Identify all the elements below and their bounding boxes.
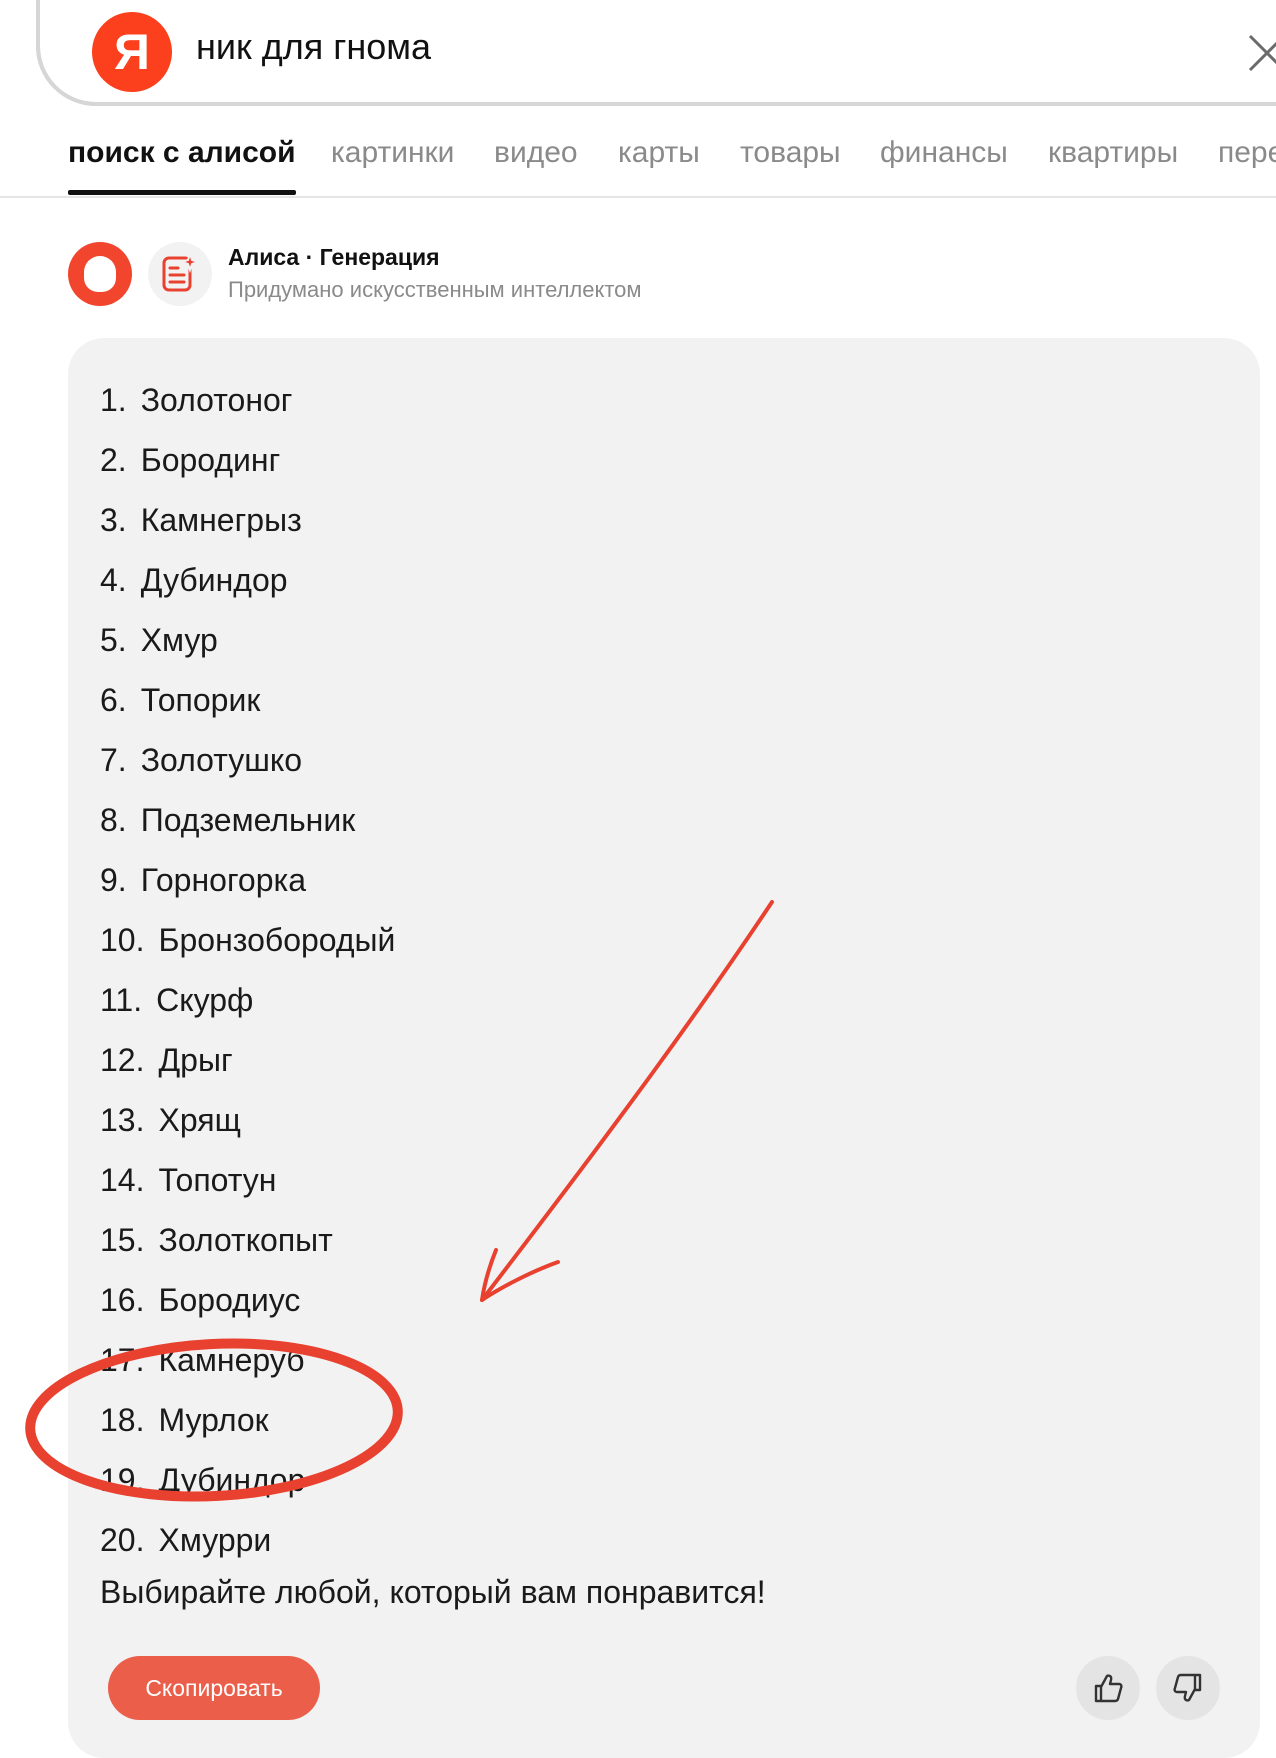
list-item: 9. Горногорка (100, 850, 395, 910)
list-item: 2. Бородинг (100, 430, 395, 490)
list-text: Бронзобородый (158, 922, 396, 958)
tab-more[interactable]: пере (1218, 136, 1276, 170)
tab-search-alice[interactable]: поиск с алисой (68, 136, 296, 170)
list-item: 13. Хрящ (100, 1090, 395, 1150)
list-text: Золотушко (140, 742, 303, 778)
list-number: 16. (100, 1282, 145, 1318)
generation-icon (148, 242, 212, 306)
thumb-up-icon[interactable] (1076, 1656, 1140, 1720)
closing-text: Выбирайте любой, который вам понравится! (100, 1574, 766, 1610)
list-text: Бородиус (158, 1282, 301, 1318)
list-number: 14. (100, 1162, 145, 1198)
list-text: Золотоног (140, 382, 293, 418)
list-item: 1. Золотоног (100, 370, 395, 430)
list-text: Золоткопыт (158, 1222, 333, 1258)
list-item: 4. Дубиндор (100, 550, 395, 610)
list-text: Дрыг (158, 1042, 233, 1078)
list-item: 16. Бородиус (100, 1270, 395, 1330)
list-item: 8. Подземельник (100, 790, 395, 850)
active-tab-indicator (68, 190, 296, 195)
list-item: 17. Камнеруб (100, 1330, 395, 1390)
list-item: 20. Хмурри (100, 1510, 395, 1570)
list-text: Хмурри (158, 1522, 272, 1558)
list-item: 12. Дрыг (100, 1030, 395, 1090)
list-number: 12. (100, 1042, 145, 1078)
list-number: 4. (100, 562, 127, 598)
list-item: 14. Топотун (100, 1150, 395, 1210)
list-item: 19. Дубиндор (100, 1450, 395, 1510)
yandex-logo-icon[interactable]: Я (92, 12, 172, 92)
list-item-highlighted: 18. Мурлок (100, 1390, 395, 1450)
list-item: 6. Топорик (100, 670, 395, 730)
page: Я ник для гнома поиск с алисой картинки … (0, 0, 1276, 1758)
tab-finance[interactable]: финансы (880, 136, 1008, 170)
alice-subtitle: Придумано искусственным интеллектом (228, 277, 642, 302)
list-number: 3. (100, 502, 127, 538)
thumb-down-icon[interactable] (1156, 1656, 1220, 1720)
alice-title: Алиса · Генерация (228, 244, 440, 270)
alice-icon (68, 242, 132, 306)
list-text: Скурф (156, 982, 254, 1018)
list-text: Топорик (140, 682, 261, 718)
name-list: 1. Золотоног 2. Бородинг 3. Камнегрыз 4. Дуб… (100, 370, 395, 1570)
list-number: 10. (100, 922, 145, 958)
copy-button[interactable]: Скопировать (108, 1656, 320, 1720)
list-text: Хмур (140, 622, 218, 658)
search-tabs: поиск с алисой картинки видео карты това… (0, 128, 1276, 198)
list-number: 5. (100, 622, 127, 658)
search-input[interactable]: ник для гнома (196, 26, 431, 68)
list-number: 15. (100, 1222, 145, 1258)
search-bar[interactable]: Я ник для гнома (36, 0, 1276, 106)
list-item: 7. Золотушко (100, 730, 395, 790)
list-text: Хрящ (158, 1102, 241, 1138)
list-number: 6. (100, 682, 127, 718)
list-text: Топотун (158, 1162, 277, 1198)
list-number: 20. (100, 1522, 145, 1558)
list-number: 17. (100, 1342, 145, 1378)
list-number: 2. (100, 442, 127, 478)
list-text: Камнегрыз (140, 502, 302, 538)
list-item: 5. Хмур (100, 610, 395, 670)
list-number: 18. (100, 1402, 145, 1438)
tab-images[interactable]: картинки (331, 136, 454, 170)
list-text: Мурлок (158, 1402, 269, 1438)
list-text: Дубиндор (158, 1462, 306, 1498)
list-text: Бородинг (140, 442, 281, 478)
list-number: 13. (100, 1102, 145, 1138)
tab-products[interactable]: товары (740, 136, 841, 170)
list-number: 11. (100, 982, 143, 1018)
list-number: 9. (100, 862, 127, 898)
list-number: 19. (100, 1462, 145, 1498)
list-item: 15. Золоткопыт (100, 1210, 395, 1270)
list-number: 1. (100, 382, 127, 418)
close-icon[interactable] (1244, 30, 1276, 76)
tab-video[interactable]: видео (494, 136, 578, 170)
list-item: 10. Бронзобородый (100, 910, 395, 970)
list-number: 7. (100, 742, 127, 778)
list-text: Камнеруб (158, 1342, 305, 1378)
list-number: 8. (100, 802, 127, 838)
tab-apartments[interactable]: квартиры (1048, 136, 1178, 170)
list-item: 3. Камнегрыз (100, 490, 395, 550)
tab-maps[interactable]: карты (618, 136, 700, 170)
list-text: Дубиндор (140, 562, 288, 598)
list-text: Подземельник (140, 802, 356, 838)
list-text: Горногорка (140, 862, 306, 898)
list-item: 11. Скурф (100, 970, 395, 1030)
